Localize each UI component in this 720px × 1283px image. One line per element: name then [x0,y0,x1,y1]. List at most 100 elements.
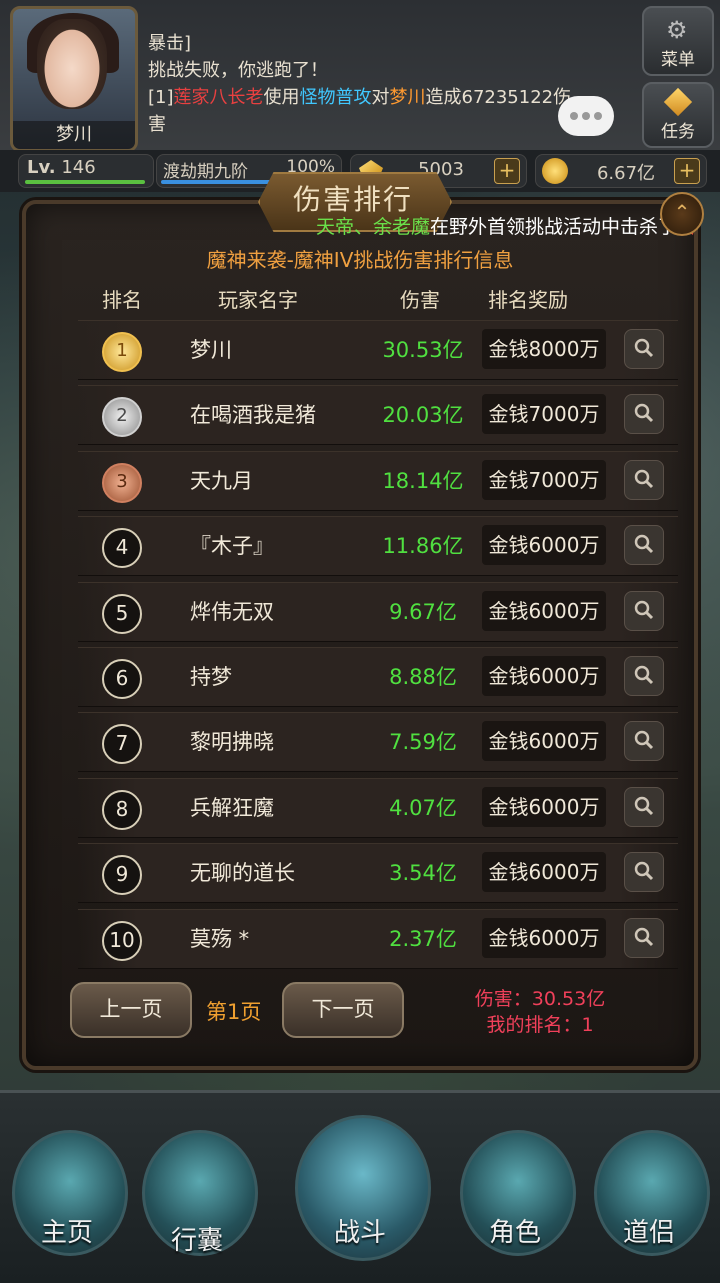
row-player-name: 梦川 [190,338,232,362]
inspect-player-button[interactable] [624,394,664,434]
chat-line: [1]莲家八长老使用怪物普攻对梦川造成67235122伤 [148,84,628,111]
magnifier-icon [634,665,654,685]
broadcast-names: 天帝、余老魔 [316,216,431,238]
nav-companion-label: 道侣 [622,1218,675,1248]
ranking-row[interactable]: 4 『木子』 11.86亿 金钱6000万 [78,516,678,576]
nav-bag-label: 行囊 [170,1226,223,1256]
row-damage: 9.67亿 [389,600,457,624]
rank-medal-icon: 4 [102,528,142,568]
row-player-name: 在喝酒我是猪 [190,403,316,427]
add-gold-button[interactable]: + [674,158,700,184]
inspect-player-button[interactable] [624,918,664,958]
chat-skill: 怪物普攻 [299,87,372,108]
row-player-name: 莫殇 * [190,927,250,951]
chat-target: 梦川 [389,87,426,108]
chat-text: 对 [371,87,390,108]
next-page-button[interactable]: 下一页 [282,982,404,1038]
level-label: Lv. [27,157,56,178]
my-stats: 伤害：30.53亿 我的排名：1 [460,986,620,1038]
chat-line: 挑战失败，你逃跑了！ [148,60,328,81]
rank-medal-icon: 3 [102,463,142,503]
menu-button[interactable]: ⚙ 菜单 [642,6,714,76]
ranking-row[interactable]: 9 无聊的道长 3.54亿 金钱6000万 [78,843,678,903]
rank-medal-icon: 10 [102,921,142,961]
realm-name: 渡劫期九阶 [163,162,248,182]
row-damage: 30.53亿 [382,338,464,362]
ranking-row[interactable]: 10 莫殇 * 2.37亿 金钱6000万 [78,909,678,969]
ranking-row[interactable]: 7 黎明拂晓 7.59亿 金钱6000万 [78,712,678,772]
chat-text: 造成67235122 [425,87,554,108]
inspect-player-button[interactable] [624,852,664,892]
chat-text: 使用 [263,87,300,108]
nav-home-label: 主页 [40,1218,93,1248]
inspect-player-button[interactable] [624,787,664,827]
row-reward: 金钱6000万 [482,787,606,827]
level-value: 146 [61,157,96,178]
chat-line: 暴击] [148,33,192,54]
row-damage: 3.54亿 [389,861,457,885]
row-reward: 金钱6000万 [482,918,606,958]
task-label: 任务 [661,122,695,142]
ranking-row[interactable]: 8 兵解狂魔 4.07亿 金钱6000万 [78,778,678,838]
coin-icon [542,158,568,184]
row-player-name: 烨伟无双 [190,600,274,624]
magnifier-icon [634,403,654,423]
row-damage: 8.88亿 [389,665,457,689]
row-damage: 4.07亿 [389,796,457,820]
chat-line: 害 [148,114,166,135]
level-text: Lv. 146 [27,157,96,178]
exp-bar [25,180,145,184]
add-gem-button[interactable]: + [494,158,520,184]
row-player-name: 持梦 [190,665,232,689]
rank-medal-icon: 9 [102,855,142,895]
magnifier-icon [634,338,654,358]
row-reward: 金钱7000万 [482,394,606,434]
menu-label: 菜单 [661,50,695,70]
my-damage: 伤害：30.53亿 [474,988,606,1010]
gold-display: 6.67亿 + [535,154,707,188]
nav-battle-label: 战斗 [333,1218,386,1248]
row-player-name: 黎明拂晓 [190,730,274,754]
inspect-player-button[interactable] [624,460,664,500]
prev-page-button[interactable]: 上一页 [70,982,192,1038]
column-player: 玩家名字 [218,288,298,312]
ranking-row[interactable]: 2 在喝酒我是猪 20.03亿 金钱7000万 [78,385,678,445]
column-rank: 排名 [102,288,142,312]
row-player-name: 天九月 [190,469,253,493]
magnifier-icon [634,730,654,750]
row-reward: 金钱6000万 [482,591,606,631]
row-player-name: 无聊的道长 [190,861,295,885]
row-damage: 7.59亿 [389,730,457,754]
avatar[interactable]: 梦川 [10,6,138,152]
avatar-face [37,19,107,109]
ranking-row[interactable]: 5 烨伟无双 9.67亿 金钱6000万 [78,582,678,642]
inspect-player-button[interactable] [624,656,664,696]
inspect-player-button[interactable] [624,591,664,631]
level-display: Lv. 146 [18,154,154,188]
chat-bubble-icon[interactable] [558,96,614,136]
row-reward: 金钱6000万 [482,852,606,892]
row-reward: 金钱8000万 [482,329,606,369]
chat-log[interactable]: 暴击] 挑战失败，你逃跑了！ [1]莲家八长老使用怪物普攻对梦川造成672351… [148,30,628,138]
ranking-row[interactable]: 3 天九月 18.14亿 金钱7000万 [78,451,678,511]
broadcast-expand-icon[interactable]: ⌃ [660,192,704,236]
inspect-player-button[interactable] [624,329,664,369]
rank-medal-icon: 2 [102,397,142,437]
row-player-name: 『木子』 [190,534,274,558]
magnifier-icon [634,469,654,489]
inspect-player-button[interactable] [624,525,664,565]
task-button[interactable]: 任务 [642,82,714,148]
broadcast-text: 在野外首领挑战活动中击杀了 [430,216,678,238]
ranking-row[interactable]: 1 梦川 30.53亿 金钱8000万 [78,320,678,380]
ranking-row[interactable]: 6 持梦 8.88亿 金钱6000万 [78,647,678,707]
row-reward: 金钱6000万 [482,721,606,761]
chat-actor: 莲家八长老 [173,87,264,108]
row-damage: 18.14亿 [382,469,464,493]
magnifier-icon [634,927,654,947]
nav-role-label: 角色 [488,1218,541,1248]
inspect-player-button[interactable] [624,721,664,761]
magnifier-icon [634,796,654,816]
magnifier-icon [634,600,654,620]
chat-prefix: [1] [148,87,174,108]
row-damage: 2.37亿 [389,927,457,951]
